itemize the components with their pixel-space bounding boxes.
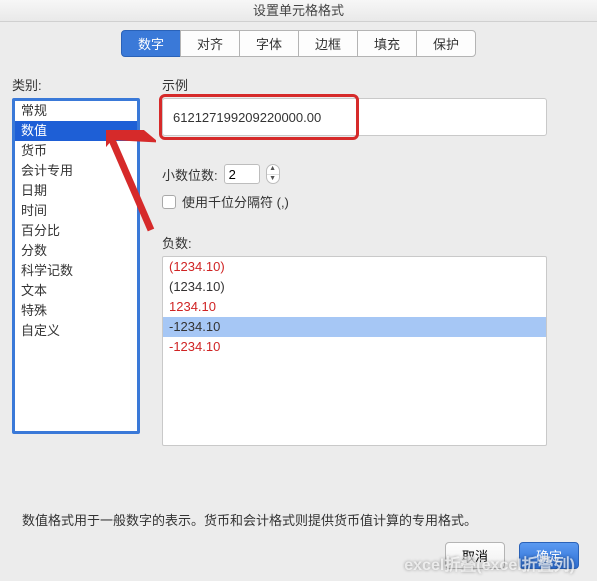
tab-1[interactable]: 对齐 — [180, 30, 240, 57]
stepper-up-icon[interactable]: ▲ — [267, 165, 279, 175]
main-area: 类别: 常规数值货币会计专用日期时间百分比分数科学记数文本特殊自定义 示例 61… — [12, 75, 585, 446]
decimal-input[interactable] — [224, 164, 260, 184]
dialog-content: 数字对齐字体边框填充保护 类别: 常规数值货币会计专用日期时间百分比分数科学记数… — [0, 22, 597, 581]
help-text: 数值格式用于一般数字的表示。货币和会计格式则提供货币值计算的专用格式。 — [22, 510, 477, 529]
tab-5[interactable]: 保护 — [416, 30, 476, 57]
tab-2[interactable]: 字体 — [239, 30, 299, 57]
category-item[interactable]: 货币 — [15, 141, 137, 161]
cancel-button[interactable]: 取消 — [445, 542, 505, 569]
category-label: 类别: — [12, 75, 140, 94]
category-item[interactable]: 常规 — [15, 101, 137, 121]
negative-format-item[interactable]: -1234.10 — [163, 337, 546, 357]
sample-label: 示例 — [162, 75, 585, 94]
tab-0[interactable]: 数字 — [121, 30, 181, 57]
tab-4[interactable]: 填充 — [357, 30, 417, 57]
ok-button[interactable]: 确定 — [519, 542, 579, 569]
category-item[interactable]: 数值 — [15, 121, 137, 141]
category-item[interactable]: 时间 — [15, 201, 137, 221]
sample-area: 612127199209220000.00 — [162, 98, 585, 146]
settings-column: 示例 612127199209220000.00 小数位数: ▲ ▼ 使用千位分… — [162, 75, 585, 446]
negative-format-item[interactable]: (1234.10) — [163, 257, 546, 277]
negative-format-item[interactable]: (1234.10) — [163, 277, 546, 297]
negative-format-item[interactable]: 1234.10 — [163, 297, 546, 317]
decimal-stepper[interactable]: ▲ ▼ — [266, 164, 280, 184]
category-column: 类别: 常规数值货币会计专用日期时间百分比分数科学记数文本特殊自定义 — [12, 75, 140, 446]
sample-value: 612127199209220000.00 — [162, 98, 547, 136]
category-item[interactable]: 日期 — [15, 181, 137, 201]
tab-bar: 数字对齐字体边框填充保护 — [12, 30, 585, 57]
category-list[interactable]: 常规数值货币会计专用日期时间百分比分数科学记数文本特殊自定义 — [12, 98, 140, 434]
category-item[interactable]: 特殊 — [15, 301, 137, 321]
category-item[interactable]: 科学记数 — [15, 261, 137, 281]
category-item[interactable]: 百分比 — [15, 221, 137, 241]
thousands-label: 使用千位分隔符 (,) — [182, 192, 289, 211]
category-item[interactable]: 文本 — [15, 281, 137, 301]
category-item[interactable]: 自定义 — [15, 321, 137, 341]
dialog-footer: 取消 确定 — [445, 542, 579, 569]
stepper-down-icon[interactable]: ▼ — [267, 175, 279, 184]
decimal-row: 小数位数: ▲ ▼ — [162, 164, 585, 184]
category-item[interactable]: 会计专用 — [15, 161, 137, 181]
decimal-label: 小数位数: — [162, 165, 218, 184]
window-title: 设置单元格格式 — [0, 0, 597, 22]
negative-list[interactable]: (1234.10)(1234.10)1234.10-1234.10-1234.1… — [162, 256, 547, 446]
negative-label: 负数: — [162, 233, 585, 252]
thousands-row: 使用千位分隔符 (,) — [162, 192, 585, 211]
negative-format-item[interactable]: -1234.10 — [163, 317, 546, 337]
category-item[interactable]: 分数 — [15, 241, 137, 261]
thousands-checkbox[interactable] — [162, 195, 176, 209]
tab-3[interactable]: 边框 — [298, 30, 358, 57]
